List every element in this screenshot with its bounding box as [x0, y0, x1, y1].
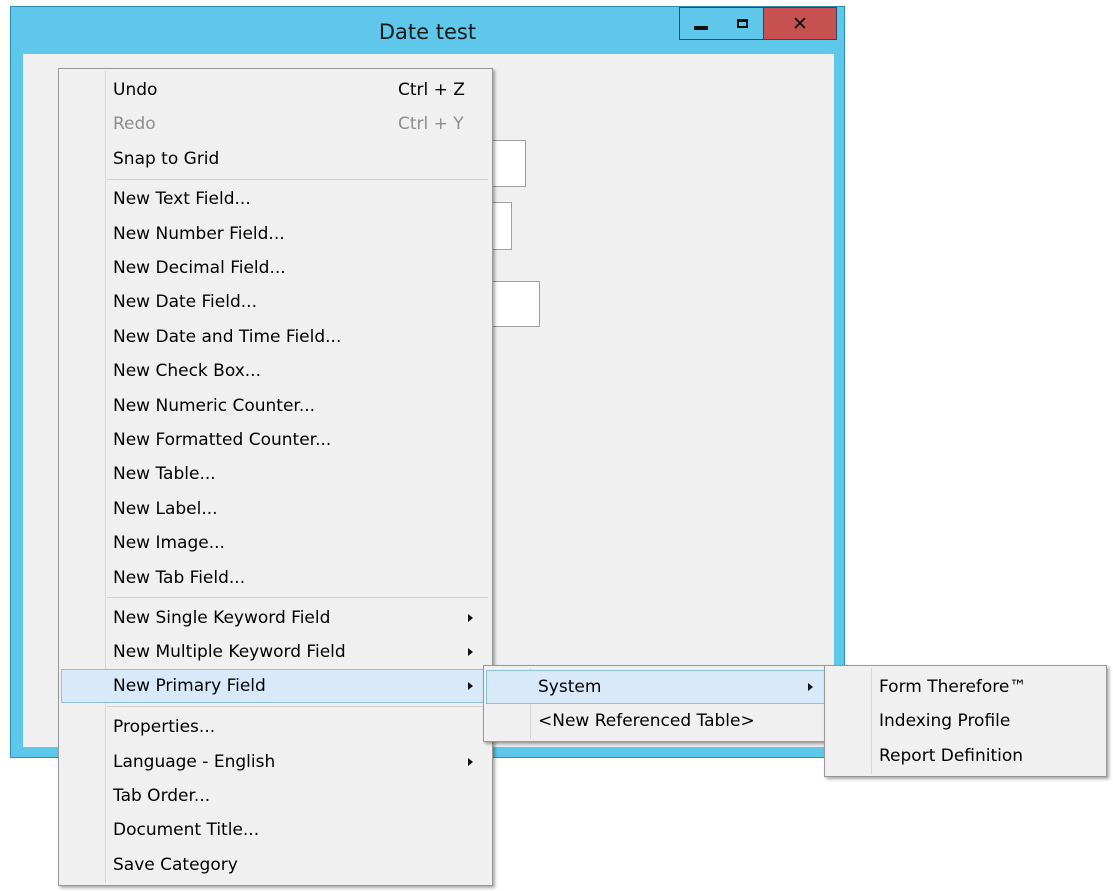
menu-item-label: New Single Keyword Field	[113, 608, 331, 628]
menu-item-label: Properties...	[113, 717, 216, 737]
menu-item-new-formatted-counter[interactable]: New Formatted Counter...	[61, 423, 490, 457]
menu-item-save-category[interactable]: Save Category	[61, 848, 490, 882]
menu-item-label: Redo	[113, 114, 156, 134]
menu-separator	[107, 706, 488, 707]
menu-item-label: New Primary Field	[113, 676, 266, 696]
menu-item-new-text-field[interactable]: New Text Field...	[61, 182, 490, 216]
menu-item-shortcut: Ctrl + Z	[398, 80, 465, 100]
menu-item-label: New Text Field...	[113, 189, 251, 209]
menu-item-label: New Check Box...	[113, 361, 261, 381]
menu-item-language[interactable]: Language - English	[61, 745, 490, 779]
close-icon: ✕	[792, 12, 808, 35]
menu-item-label: Tab Order...	[113, 786, 211, 806]
menu-item-new-tab-field[interactable]: New Tab Field...	[61, 561, 490, 595]
menu-item-new-check-box[interactable]: New Check Box...	[61, 354, 490, 388]
submenu-arrow-icon	[468, 614, 473, 622]
menu-item-label: New Tab Field...	[113, 568, 246, 588]
menu-item-new-number-field[interactable]: New Number Field...	[61, 217, 490, 251]
submenu-arrow-icon	[468, 648, 473, 656]
submenu-arrow-icon	[808, 683, 813, 691]
menu-item-new-table[interactable]: New Table...	[61, 457, 490, 491]
menu-item-label: New Image...	[113, 533, 225, 553]
menu-item-label: Report Definition	[879, 746, 1024, 766]
menu-item-new-multiple-keyword-field[interactable]: New Multiple Keyword Field	[61, 635, 490, 669]
menu-item-label: New Date and Time Field...	[113, 327, 342, 347]
menu-item-new-date-field[interactable]: New Date Field...	[61, 285, 490, 319]
menu-item-label: Undo	[113, 80, 158, 100]
menu-item-new-image[interactable]: New Image...	[61, 526, 490, 560]
menu-item-shortcut: Ctrl + Y	[398, 114, 464, 134]
submenu-arrow-icon	[468, 682, 473, 690]
menu-item-snap-to-grid[interactable]: Snap to Grid	[61, 142, 490, 176]
menu-item-label: New Decimal Field...	[113, 258, 286, 278]
submenu-arrow-icon	[468, 758, 473, 766]
menu-separator	[107, 597, 488, 598]
primary-field-submenu: System <New Referenced Table>	[483, 665, 828, 742]
menu-item-redo[interactable]: Redo Ctrl + Y	[61, 107, 490, 141]
context-menu: Undo Ctrl + Z Redo Ctrl + Y Snap to Grid…	[58, 68, 493, 886]
submenu-item-report-definition[interactable]: Report Definition	[827, 739, 1104, 773]
menu-item-label: System	[538, 677, 602, 697]
menu-item-label: New Number Field...	[113, 224, 285, 244]
menu-item-new-numeric-counter[interactable]: New Numeric Counter...	[61, 389, 490, 423]
menu-item-label: Form Therefore™	[879, 677, 1027, 697]
menu-item-undo[interactable]: Undo Ctrl + Z	[61, 73, 490, 107]
menu-item-new-label[interactable]: New Label...	[61, 492, 490, 526]
menu-item-label: New Table...	[113, 464, 216, 484]
maximize-icon	[737, 19, 748, 28]
menu-item-new-date-time-field[interactable]: New Date and Time Field...	[61, 320, 490, 354]
menu-item-label: New Formatted Counter...	[113, 430, 332, 450]
menu-item-properties[interactable]: Properties...	[61, 710, 490, 744]
menu-item-label: Indexing Profile	[879, 711, 1011, 731]
menu-item-label: New Label...	[113, 499, 218, 519]
menu-item-label: Document Title...	[113, 820, 260, 840]
menu-item-new-decimal-field[interactable]: New Decimal Field...	[61, 251, 490, 285]
menu-item-label: Snap to Grid	[113, 149, 220, 169]
maximize-button[interactable]	[722, 7, 764, 40]
submenu-item-new-referenced-table[interactable]: <New Referenced Table>	[486, 704, 825, 738]
submenu-item-form-therefore[interactable]: Form Therefore™	[827, 670, 1104, 704]
menu-item-label: Language - English	[113, 752, 276, 772]
menu-item-label: Save Category	[113, 855, 238, 875]
submenu-item-indexing-profile[interactable]: Indexing Profile	[827, 704, 1104, 738]
menu-item-tab-order[interactable]: Tab Order...	[61, 779, 490, 813]
menu-item-new-single-keyword-field[interactable]: New Single Keyword Field	[61, 601, 490, 635]
menu-item-label: New Numeric Counter...	[113, 396, 316, 416]
submenu-item-system[interactable]: System	[486, 670, 825, 704]
close-button[interactable]: ✕	[764, 7, 837, 40]
menu-item-label: New Date Field...	[113, 292, 257, 312]
menu-item-new-primary-field[interactable]: New Primary Field	[61, 669, 490, 703]
minimize-icon	[694, 25, 708, 30]
menu-separator	[107, 179, 488, 180]
menu-item-label: New Multiple Keyword Field	[113, 642, 346, 662]
menu-item-label: <New Referenced Table>	[538, 711, 755, 731]
menu-item-document-title[interactable]: Document Title...	[61, 813, 490, 847]
system-submenu: Form Therefore™ Indexing Profile Report …	[824, 665, 1107, 777]
minimize-button[interactable]	[679, 7, 723, 40]
